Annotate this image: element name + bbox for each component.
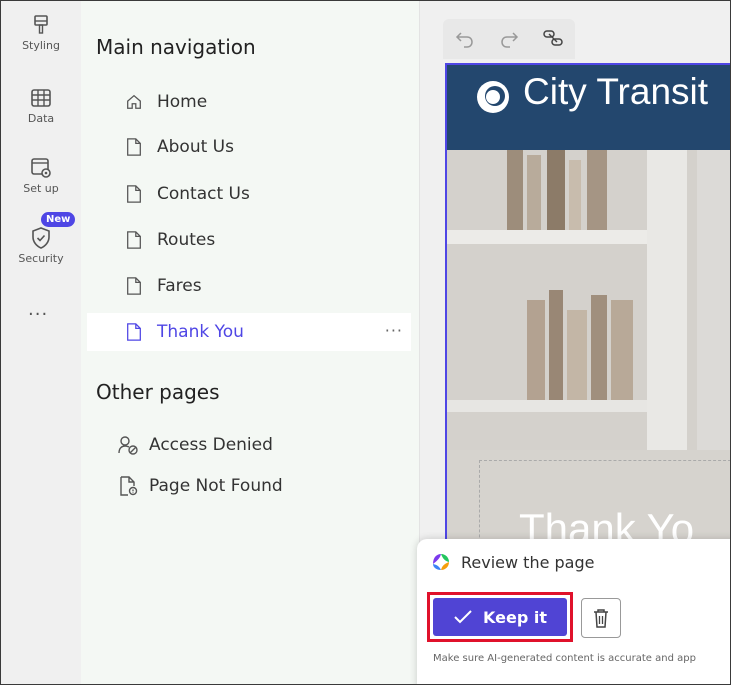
nav-item-label: Home [157, 92, 208, 112]
nav-item-fares[interactable]: Fares [87, 267, 411, 305]
rail-label: Styling [22, 39, 60, 52]
copilot-icon [433, 554, 449, 570]
undo-icon[interactable] [453, 28, 477, 50]
delete-button[interactable] [581, 598, 621, 638]
nav-item-access-denied[interactable]: Access Denied [117, 434, 273, 456]
shield-icon [32, 227, 50, 249]
nav-item-contact-us[interactable]: Contact Us [87, 175, 411, 213]
site-title: City Transit [523, 71, 709, 112]
redo-icon[interactable] [497, 28, 521, 50]
nav-item-about-us[interactable]: About Us [87, 128, 411, 166]
nav-item-label: Contact Us [157, 184, 250, 204]
page-preview[interactable]: City Transit Thank Yo [445, 63, 730, 567]
nav-item-label: Access Denied [149, 435, 273, 455]
pages-panel: Main navigation Home About Us Contact Us… [81, 1, 420, 684]
nav-item-label: Page Not Found [149, 476, 283, 496]
rail-label: Set up [23, 182, 59, 195]
rail-item-styling[interactable]: Styling [1, 13, 81, 52]
table-icon [31, 89, 51, 107]
rail-item-setup[interactable]: Set up [1, 156, 81, 195]
main-navigation-title: Main navigation [96, 35, 256, 59]
link-settings-icon[interactable] [541, 28, 565, 50]
rail-item-security[interactable]: Security [1, 226, 81, 265]
other-pages-title: Other pages [96, 380, 220, 404]
hero-image: Thank Yo [447, 150, 730, 565]
page-icon [127, 185, 141, 203]
page-icon [127, 138, 141, 156]
app-window: Styling Data Set up Security New ··· Mai… [0, 0, 731, 685]
edit-toolbar [443, 19, 575, 59]
brush-icon [34, 15, 48, 34]
rail-label: Data [27, 112, 55, 125]
home-icon [127, 94, 141, 109]
keep-it-label: Keep it [483, 607, 547, 627]
review-title: Review the page [461, 553, 595, 572]
more-icon[interactable]: ··· [28, 304, 48, 325]
nav-item-label: Fares [157, 276, 202, 296]
nav-item-label: Routes [157, 230, 216, 250]
nav-item-label: Thank You [157, 322, 244, 342]
site-logo-icon [477, 81, 509, 113]
page-search-icon [120, 476, 138, 496]
page-icon [127, 277, 141, 295]
rail-item-data[interactable]: Data [1, 86, 81, 125]
page-icon [127, 323, 141, 341]
review-popup: Review the page Keep it Make sure AI-gen… [417, 539, 730, 684]
page-more-options-icon[interactable]: ··· [385, 321, 403, 340]
ai-disclaimer: Make sure AI-generated content is accura… [433, 653, 696, 664]
page-icon [127, 231, 141, 249]
nav-item-thank-you[interactable]: Thank You ··· [87, 313, 411, 351]
new-badge: New [41, 212, 76, 227]
person-blocked-icon [118, 436, 138, 455]
nav-item-label: About Us [157, 137, 234, 157]
trash-icon [594, 609, 608, 628]
nav-item-page-not-found[interactable]: Page Not Found [117, 475, 283, 497]
rail-label: Security [18, 252, 64, 265]
nav-item-home[interactable]: Home [87, 83, 411, 121]
checkmark-icon [454, 610, 472, 624]
keep-it-button[interactable]: Keep it [433, 598, 567, 636]
nav-item-routes[interactable]: Routes [87, 221, 411, 259]
left-rail: Styling Data Set up Security New ··· [1, 1, 81, 684]
setup-icon [31, 158, 51, 178]
site-header: City Transit [447, 65, 730, 150]
